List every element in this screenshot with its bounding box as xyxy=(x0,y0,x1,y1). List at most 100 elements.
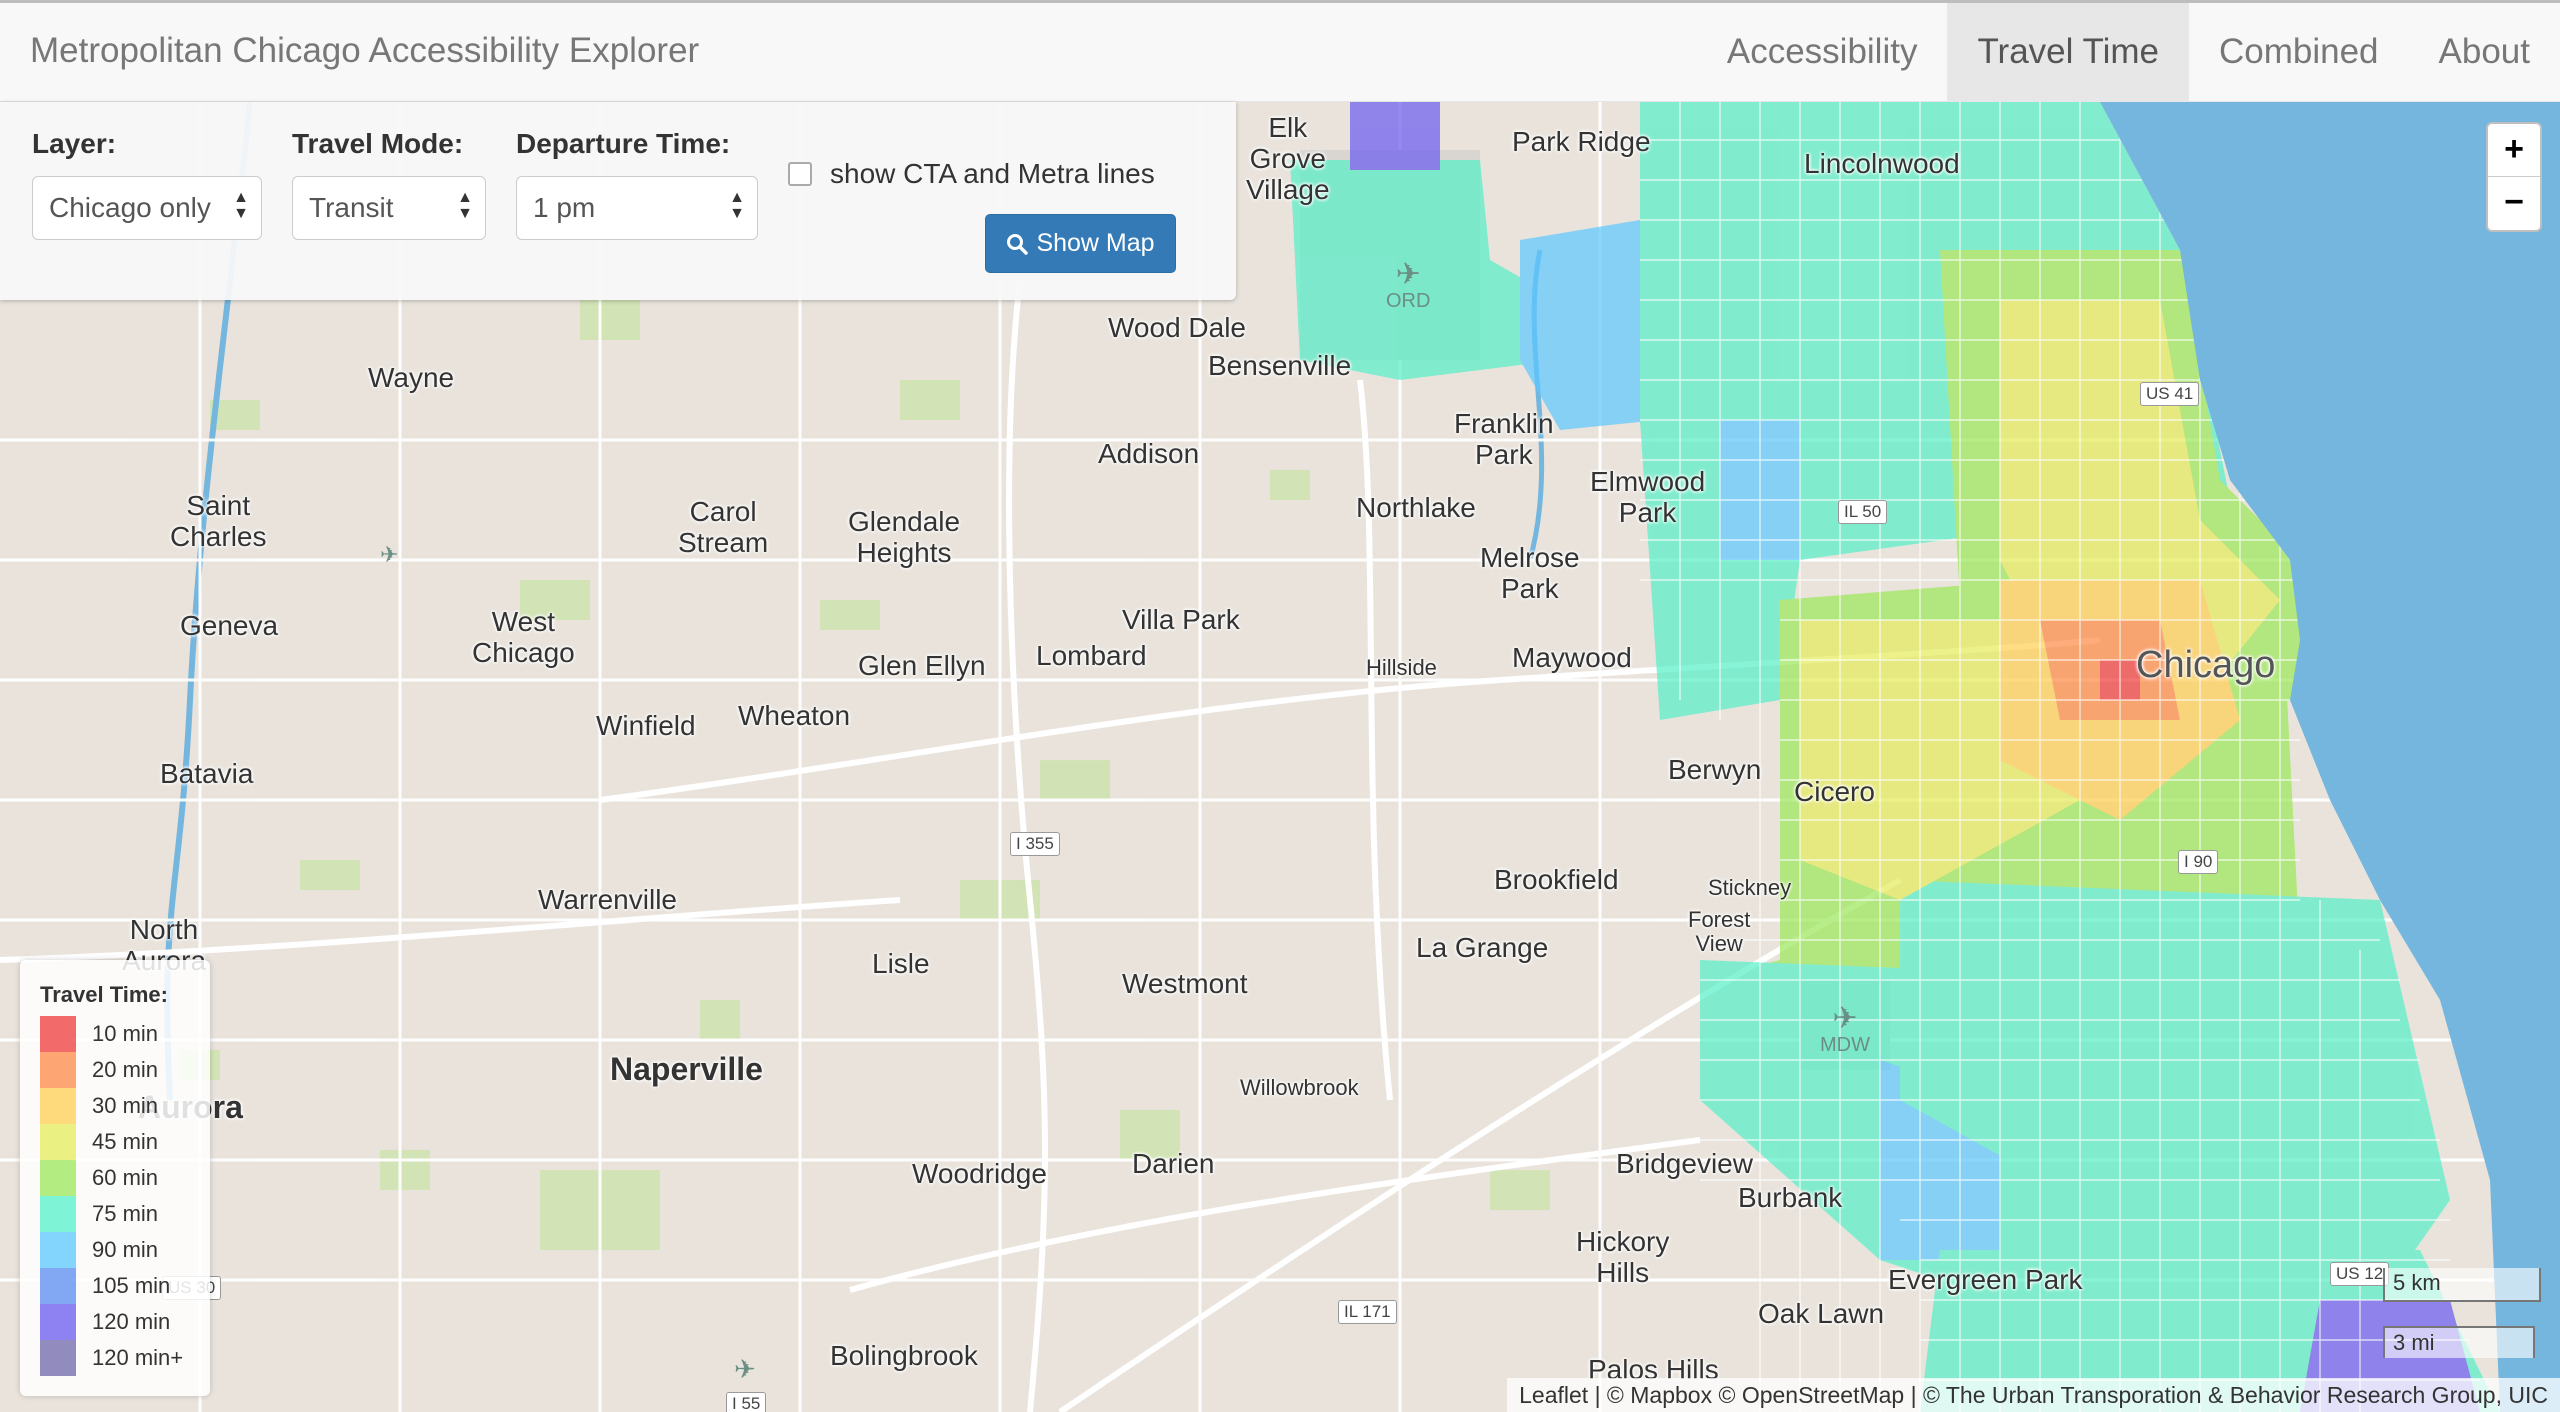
navbar: Metropolitan Chicago Accessibility Explo… xyxy=(0,0,2560,102)
zoom-in-button[interactable]: + xyxy=(2488,124,2540,177)
place-addison: Addison xyxy=(1098,438,1200,469)
place-wayne: Wayne xyxy=(368,362,455,393)
nav-travel-time[interactable]: Travel Time xyxy=(1947,3,2189,102)
place-franklin-park: Franklin Park xyxy=(1454,408,1554,470)
layer-select[interactable]: Chicago only ▲ ▼ xyxy=(32,176,262,240)
show-lines-option[interactable]: show CTA and Metra lines xyxy=(788,158,1155,190)
legend-item: 90 min xyxy=(40,1232,158,1268)
layer-value: Chicago only xyxy=(49,192,211,223)
nav-menu: Accessibility Travel Time Combined About xyxy=(1697,3,2560,102)
zoom-out-button[interactable]: − xyxy=(2488,177,2540,229)
place-wheaton: Wheaton xyxy=(738,700,851,731)
legend-item: 60 min xyxy=(40,1160,158,1196)
place-stickney: Stickney xyxy=(1708,875,1792,900)
travel-mode-select[interactable]: Transit ▲ ▼ xyxy=(292,176,486,240)
legend-label: 120 min+ xyxy=(92,1345,184,1370)
place-hillside: Hillside xyxy=(1366,655,1437,680)
control-panel: Layer: Chicago only ▲ ▼ Travel Mode: Tran… xyxy=(0,102,1236,300)
place-forest-view: Forest View xyxy=(1688,907,1751,956)
legend-swatch xyxy=(40,1124,76,1160)
search-icon xyxy=(1007,233,1029,255)
legend-label: 20 min xyxy=(92,1057,159,1082)
place-brookfield: Brookfield xyxy=(1494,864,1619,895)
legend-item: 120 min xyxy=(40,1304,170,1340)
legend-item: 75 min xyxy=(40,1196,158,1232)
legend-label: 75 min xyxy=(92,1201,159,1226)
legend-label: 60 min xyxy=(92,1165,159,1190)
place-woodridge: Woodridge xyxy=(912,1158,1047,1189)
travel-mode-label: Travel Mode: xyxy=(292,128,464,159)
place-label: Elk Grove Village xyxy=(1246,112,1330,205)
place-bolingbrook: Bolingbrook xyxy=(830,1340,978,1371)
travel-time-legend: Travel Time: 10 min 20 min 30 min 45 min 60 … xyxy=(20,960,210,1396)
place-naperville: Naperville xyxy=(610,1051,763,1087)
place-bridgeview: Bridgeview xyxy=(1616,1148,1753,1179)
place-willowbrook: Willowbrook xyxy=(1240,1075,1359,1100)
place-hickory-hills: Hickory Hills xyxy=(1576,1226,1670,1288)
place-west-chicago: West Chicago xyxy=(472,606,575,668)
select-arrows-icon: ▲ ▼ xyxy=(729,189,745,222)
departure-time-label: Departure Time: xyxy=(516,128,731,159)
nav-combined[interactable]: Combined xyxy=(2189,3,2409,102)
place-elmwood-park: Elmwood Park xyxy=(1590,466,1706,528)
place-elk-grove-village: Elk Grove Village xyxy=(1246,112,1330,205)
legend-swatch xyxy=(40,1268,76,1304)
place-oak-lawn: Oak Lawn xyxy=(1758,1298,1885,1329)
place-melrose-park: Melrose Park xyxy=(1480,542,1580,604)
show-lines-checkbox[interactable] xyxy=(788,162,812,186)
legend-swatch xyxy=(40,1088,76,1124)
place-park-ridge: Park Ridge xyxy=(1512,126,1651,157)
legend-swatch xyxy=(40,1016,76,1052)
highway-shield-il171: IL 171 xyxy=(1338,1300,1397,1324)
nav-about[interactable]: About xyxy=(2409,3,2560,102)
departure-time-select[interactable]: 1 pm ▲ ▼ xyxy=(516,176,758,240)
show-map-button[interactable]: Show Map xyxy=(985,214,1176,273)
legend-item: 10 min xyxy=(40,1016,158,1052)
select-arrows-icon: ▲ ▼ xyxy=(457,189,473,222)
place-northlake: Northlake xyxy=(1356,492,1476,523)
airport-ord: ✈ ORD xyxy=(1386,260,1430,313)
place-wood-dale: Wood Dale xyxy=(1108,312,1247,343)
airport-code: ORD xyxy=(1386,290,1431,312)
departure-time-value: 1 pm xyxy=(533,192,596,223)
place-geneva: Geneva xyxy=(180,610,279,641)
place-batavia: Batavia xyxy=(160,758,254,789)
legend-swatch xyxy=(40,1340,76,1376)
airport-code: MDW xyxy=(1820,1034,1870,1056)
layer-label: Layer: xyxy=(32,128,117,159)
place-darien: Darien xyxy=(1132,1148,1215,1179)
legend-item: 45 min xyxy=(40,1124,158,1160)
place-maywood: Maywood xyxy=(1512,642,1632,673)
scale-bar-km: 5 km xyxy=(2383,1268,2541,1302)
map-attribution[interactable]: Leaflet | © Mapbox © OpenStreetMap | © T… xyxy=(1507,1378,2560,1412)
highway-shield-i90: I 90 xyxy=(2178,850,2219,874)
airplane-icon: ✈ xyxy=(734,1354,756,1384)
place-winfield: Winfield xyxy=(596,710,696,741)
legend-label: 10 min xyxy=(92,1021,159,1046)
highway-shield-i55: I 55 xyxy=(726,1392,767,1412)
place-bensenville: Bensenville xyxy=(1208,350,1352,381)
legend-swatch xyxy=(40,1304,76,1340)
legend-swatch xyxy=(40,1196,76,1232)
legend-label: 120 min xyxy=(92,1309,171,1334)
nav-accessibility[interactable]: Accessibility xyxy=(1697,3,1948,102)
place-warrenville: Warrenville xyxy=(538,884,677,915)
show-lines-label[interactable]: show CTA and Metra lines xyxy=(830,158,1155,190)
legend-item: 20 min xyxy=(40,1052,158,1088)
place-westmont: Westmont xyxy=(1122,968,1248,999)
highway-shield-us41: US 41 xyxy=(2140,382,2200,406)
app-title[interactable]: Metropolitan Chicago Accessibility Explo… xyxy=(30,31,699,71)
zoom-control: + − xyxy=(2486,122,2542,232)
place-glen-ellyn: Glen Ellyn xyxy=(858,650,986,681)
show-map-label: Show Map xyxy=(1036,229,1155,257)
travel-mode-value: Transit xyxy=(309,192,394,223)
legend-item: 120 min+ xyxy=(40,1340,183,1376)
travel-mode-field: Travel Mode: Transit ▲ ▼ xyxy=(292,128,486,240)
place-lombard: Lombard xyxy=(1036,640,1147,671)
place-cicero: Cicero xyxy=(1794,776,1875,807)
legend-label: 30 min xyxy=(92,1093,159,1118)
legend-swatch xyxy=(40,1160,76,1196)
legend-item: 30 min xyxy=(40,1088,158,1124)
select-arrows-icon: ▲ ▼ xyxy=(233,189,249,222)
airplane-icon: ✈ xyxy=(380,542,399,567)
